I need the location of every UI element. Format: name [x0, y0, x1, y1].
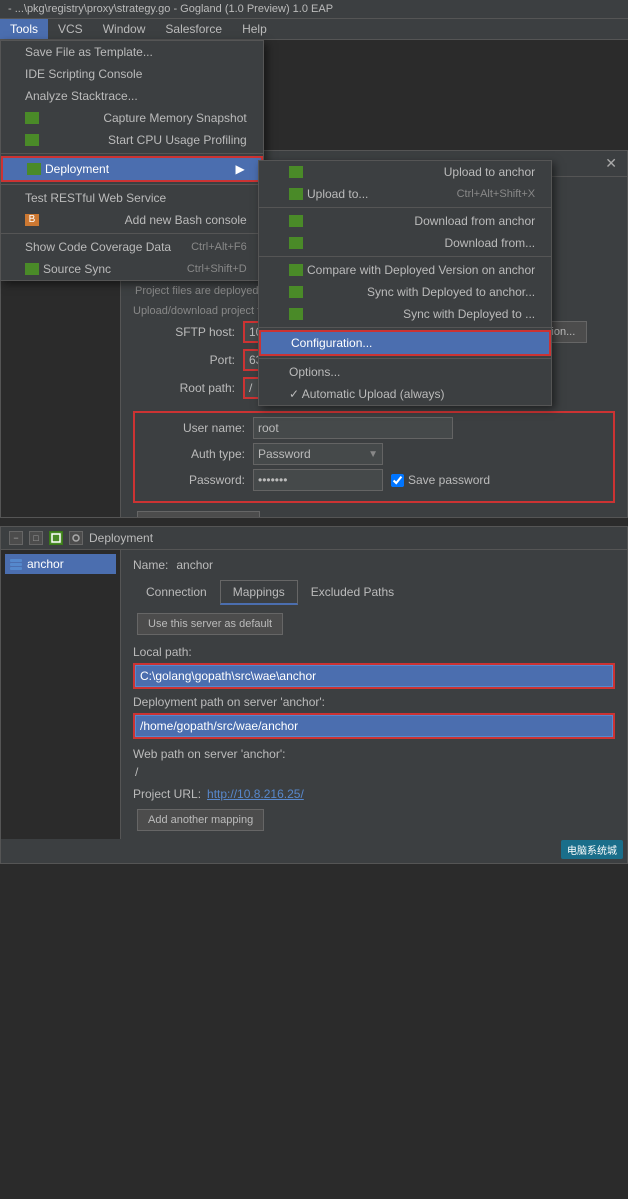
minimize-btn-2[interactable]: − — [9, 531, 23, 545]
mappings-body: anchor Name: anchor Connection Mappings … — [1, 550, 627, 839]
separator-1 — [1, 153, 263, 154]
menu-deployment[interactable]: Deployment ▶ — [1, 156, 263, 182]
advanced-options-row: Advanced options... — [133, 511, 615, 517]
local-path-label: Local path: — [133, 645, 615, 659]
deployment-arrow: ▶ — [236, 162, 245, 176]
mappings-titlebar: − □ Deployment — [1, 527, 627, 550]
local-path-box-wrapper — [133, 663, 615, 689]
submenu-sep-1 — [259, 207, 551, 208]
submenu-sync-deployed-anchor[interactable]: Sync with Deployed to anchor... — [259, 281, 551, 303]
project-url-label: Project URL: — [133, 787, 201, 801]
auth-type-label: Auth type: — [143, 447, 253, 461]
deploy-path-label: Deployment path on server 'anchor': — [133, 695, 615, 709]
submenu-upload-to[interactable]: Upload to... Ctrl+Alt+Shift+X — [259, 183, 551, 205]
menu-save-template[interactable]: Save File as Template... — [1, 41, 263, 63]
submenu-sep-3 — [259, 327, 551, 328]
sftp-host-label: SFTP host: — [133, 325, 243, 339]
auth-type-value: Password — [258, 447, 368, 461]
toolbar-btn-4[interactable] — [69, 531, 83, 545]
submenu-sync-deployed[interactable]: Sync with Deployed to ... — [259, 303, 551, 325]
submenu-auto-upload[interactable]: ✓ Automatic Upload (always) — [259, 383, 551, 405]
project-url-value[interactable]: http://10.8.216.25/ — [207, 787, 304, 801]
menu-window[interactable]: Window — [93, 19, 156, 39]
mappings-name-value: anchor — [176, 558, 615, 572]
username-input[interactable] — [253, 417, 453, 439]
watermark: 电脑系统城 — [561, 840, 623, 859]
deploy-path-box-wrapper — [133, 713, 615, 739]
password-label: Password: — [143, 473, 253, 487]
root-path-label: Root path: — [133, 381, 243, 395]
username-label: User name: — [143, 421, 253, 435]
username-row: User name: — [143, 417, 605, 439]
auth-type-select[interactable]: Password ▼ — [253, 443, 383, 465]
web-path-label: Web path on server 'anchor': — [133, 747, 615, 761]
tools-dropdown: Save File as Template... IDE Scripting C… — [0, 40, 264, 281]
menu-coverage[interactable]: Show Code Coverage Data Ctrl+Alt+F6 — [1, 236, 263, 258]
toolbar-btn-3[interactable] — [49, 531, 63, 545]
advanced-options-btn[interactable]: Advanced options... — [137, 511, 260, 517]
submenu-configuration[interactable]: Configuration... — [259, 330, 551, 356]
menu-restful[interactable]: Test RESTful Web Service — [1, 187, 263, 209]
submenu-options[interactable]: Options... — [259, 361, 551, 383]
save-password-row: Save password — [391, 473, 490, 487]
menu-tools[interactable]: Tools — [0, 19, 48, 39]
menu-ide-scripting[interactable]: IDE Scripting Console — [1, 63, 263, 85]
menu-bar: Tools VCS Window Salesforce Help — [0, 19, 628, 40]
port-label: Port: — [133, 353, 243, 367]
mappings-sidebar: anchor — [1, 550, 121, 839]
menu-analyze-stacktrace[interactable]: Analyze Stacktrace... — [1, 85, 263, 107]
tab-mappings-2[interactable]: Mappings — [220, 580, 298, 605]
use-default-btn[interactable]: Use this server as default — [137, 613, 283, 635]
watermark-text: 电脑系统城 — [561, 840, 623, 859]
save-password-label: Save password — [408, 473, 490, 487]
submenu-download-anchor[interactable]: Download from anchor — [259, 210, 551, 232]
save-password-checkbox[interactable] — [391, 474, 404, 487]
menu-vcs[interactable]: VCS — [48, 19, 93, 39]
separator-3 — [1, 233, 263, 234]
close-btn[interactable]: ✕ — [603, 155, 619, 172]
use-default-row: Use this server as default — [133, 613, 615, 635]
auth-type-row: Auth type: Password ▼ — [143, 443, 605, 465]
mappings-title: Deployment — [89, 531, 153, 545]
submenu-sep-4 — [259, 358, 551, 359]
mappings-dialog: − □ Deployment anchor — [0, 526, 628, 864]
add-mapping-btn[interactable]: Add another mapping — [137, 809, 264, 831]
mappings-name-row: Name: anchor — [133, 558, 615, 572]
submenu-sep-2 — [259, 256, 551, 257]
mappings-sidebar-anchor[interactable]: anchor — [5, 554, 116, 574]
mappings-server-icon — [9, 557, 23, 571]
restore-btn-2[interactable]: □ — [29, 531, 43, 545]
title-text: - ...\pkg\registry\proxy\strategy.go - G… — [8, 3, 333, 15]
project-url-row: Project URL: http://10.8.216.25/ — [133, 787, 615, 801]
auth-type-arrow: ▼ — [368, 449, 378, 460]
mappings-tabs: Connection Mappings Excluded Paths — [133, 580, 615, 605]
title-bar: - ...\pkg\registry\proxy\strategy.go - G… — [0, 0, 628, 19]
menu-source-sync[interactable]: Source Sync Ctrl+Shift+D — [1, 258, 263, 280]
web-path-value: / — [133, 765, 615, 779]
add-mapping-row: Add another mapping — [133, 809, 615, 831]
deploy-path-input[interactable] — [135, 715, 613, 737]
credentials-box: User name: Auth type: Password ▼ Passwor… — [133, 411, 615, 503]
tab-excluded-2[interactable]: Excluded Paths — [298, 580, 407, 605]
titlebar-left-2: − □ Deployment — [9, 531, 153, 545]
submenu-compare-deployed[interactable]: Compare with Deployed Version on anchor — [259, 259, 551, 281]
password-input[interactable] — [253, 469, 383, 491]
mappings-name-label: Name: — [133, 558, 168, 572]
tab-connection-2[interactable]: Connection — [133, 580, 220, 605]
menu-help[interactable]: Help — [232, 19, 277, 39]
menu-salesforce[interactable]: Salesforce — [155, 19, 232, 39]
watermark-container: 电脑系统城 — [1, 839, 627, 863]
menu-cpu-profiling[interactable]: Start CPU Usage Profiling — [1, 129, 263, 151]
ide-window: - ...\pkg\registry\proxy\strategy.go - G… — [0, 0, 628, 142]
submenu-download-from[interactable]: Download from... — [259, 232, 551, 254]
mappings-main: Name: anchor Connection Mappings Exclude… — [121, 550, 627, 839]
separator-2 — [1, 184, 263, 185]
deployment-submenu: Upload to anchor Upload to... Ctrl+Alt+S… — [258, 160, 552, 406]
local-path-input[interactable] — [135, 665, 613, 687]
submenu-upload-anchor[interactable]: Upload to anchor — [259, 161, 551, 183]
password-row: Password: Save password — [143, 469, 605, 491]
menu-capture-memory[interactable]: Capture Memory Snapshot — [1, 107, 263, 129]
menu-bash-console[interactable]: B Add new Bash console — [1, 209, 263, 231]
mappings-sidebar-label: anchor — [27, 557, 64, 571]
